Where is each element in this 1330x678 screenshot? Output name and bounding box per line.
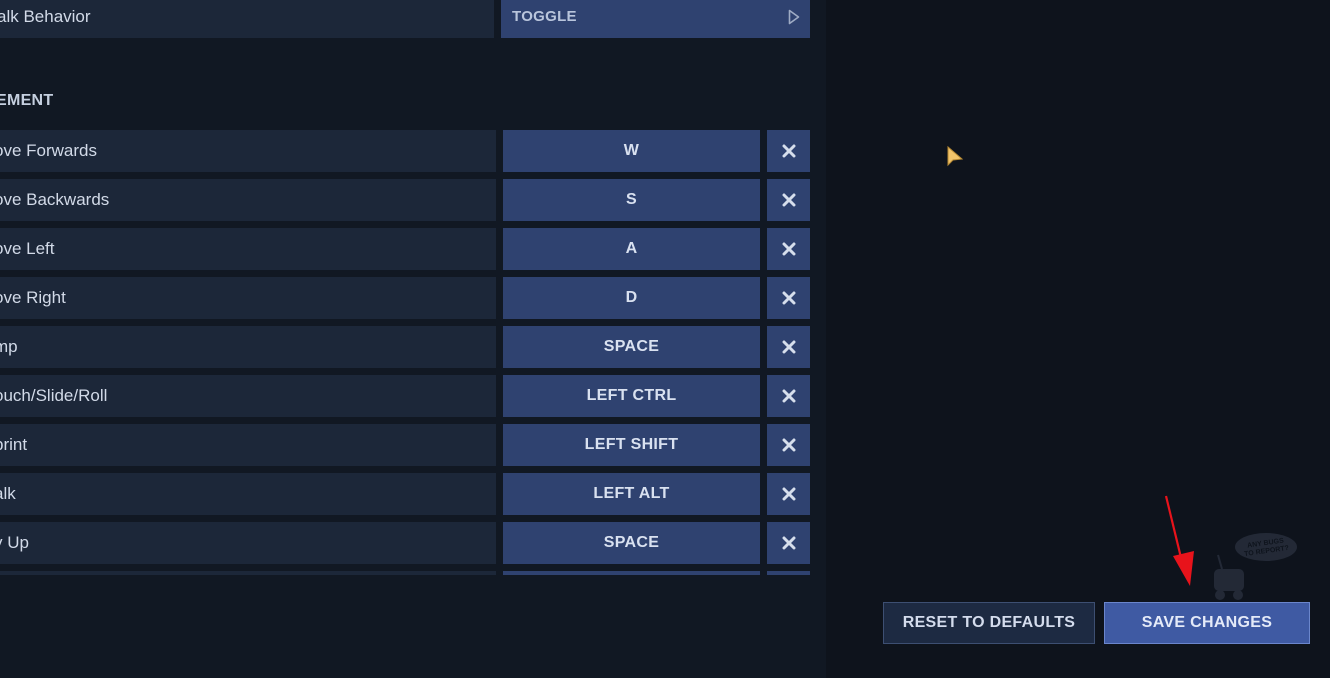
close-icon [782, 438, 795, 452]
keybind-action-label: ove Right [0, 277, 496, 319]
clear-binding-button[interactable] [767, 228, 810, 270]
keybind-action-text: mp [0, 337, 18, 356]
keybind-action-text: alk [0, 484, 16, 503]
walk-behavior-toggle[interactable]: TOGGLE [501, 0, 810, 38]
clear-binding-button[interactable] [767, 277, 810, 319]
keybind-action-label [0, 571, 496, 575]
clear-binding-button[interactable] [767, 179, 810, 221]
keybind-key-button[interactable]: SPACE [503, 522, 760, 564]
close-icon [782, 487, 795, 501]
keybind-action-label: print [0, 424, 496, 466]
keybind-key-button[interactable]: LEFT CTRL [503, 375, 760, 417]
keybind-action-text: ouch/Slide/Roll [0, 386, 108, 405]
red-arrow-icon [1164, 495, 1194, 586]
close-icon [782, 144, 795, 158]
keybind-action-text: ove Forwards [0, 141, 97, 160]
keybind-panel: alk Behavior TOGGLE VEMENT ove Forwards … [0, 0, 826, 678]
walk-behavior-label-text: alk Behavior [0, 7, 91, 26]
walk-behavior-label: alk Behavior [0, 0, 494, 38]
close-icon [782, 340, 795, 354]
mouse-cursor-icon [947, 145, 964, 167]
clear-binding-button[interactable] [767, 130, 810, 172]
close-icon [782, 536, 795, 550]
keybind-action-label: ouch/Slide/Roll [0, 375, 496, 417]
keybind-key-button[interactable] [503, 571, 760, 575]
keybind-action-label: ove Backwards [0, 179, 496, 221]
reset-to-defaults-button[interactable]: RESET TO DEFAULTS [883, 602, 1095, 644]
clear-binding-button[interactable] [767, 375, 810, 417]
save-changes-button[interactable]: SAVE CHANGES [1104, 602, 1310, 644]
keybind-key-button[interactable]: S [503, 179, 760, 221]
bug-report-mascot-icon: ANY BUGS TO REPORT? [1214, 533, 1297, 600]
keybind-key-button[interactable]: SPACE [503, 326, 760, 368]
keybind-action-text: ove Left [0, 239, 55, 258]
keybind-action-text: ove Backwards [0, 190, 110, 209]
clear-binding-button[interactable] [767, 326, 810, 368]
close-icon [782, 291, 795, 305]
clear-binding-button[interactable] [767, 571, 810, 575]
close-icon [782, 389, 795, 403]
keybind-action-text: ove Right [0, 288, 66, 307]
section-heading-movement: VEMENT [0, 92, 68, 110]
clear-binding-button[interactable] [767, 424, 810, 466]
walk-behavior-toggle-label: TOGGLE [512, 8, 577, 25]
keybind-key-button[interactable]: W [503, 130, 760, 172]
close-icon [782, 242, 795, 256]
clear-binding-button[interactable] [767, 473, 810, 515]
play-triangle-icon [788, 9, 800, 25]
keybind-key-button[interactable]: D [503, 277, 760, 319]
keybind-list: ove Forwards W ove Backwards S ove Left … [0, 130, 826, 575]
keybind-key-button[interactable]: LEFT SHIFT [503, 424, 760, 466]
section-heading-text: VEMENT [0, 92, 54, 109]
keybind-action-label: y Up [0, 522, 496, 564]
keybind-action-label: ove Left [0, 228, 496, 270]
keybind-action-text: y Up [0, 533, 29, 552]
keybind-action-text: print [0, 435, 28, 454]
keybind-key-button[interactable]: A [503, 228, 760, 270]
keybind-key-button[interactable]: LEFT ALT [503, 473, 760, 515]
close-icon [782, 193, 795, 207]
keybind-action-label: ove Forwards [0, 130, 496, 172]
keybind-action-label: mp [0, 326, 496, 368]
keybind-action-label: alk [0, 473, 496, 515]
clear-binding-button[interactable] [767, 522, 810, 564]
